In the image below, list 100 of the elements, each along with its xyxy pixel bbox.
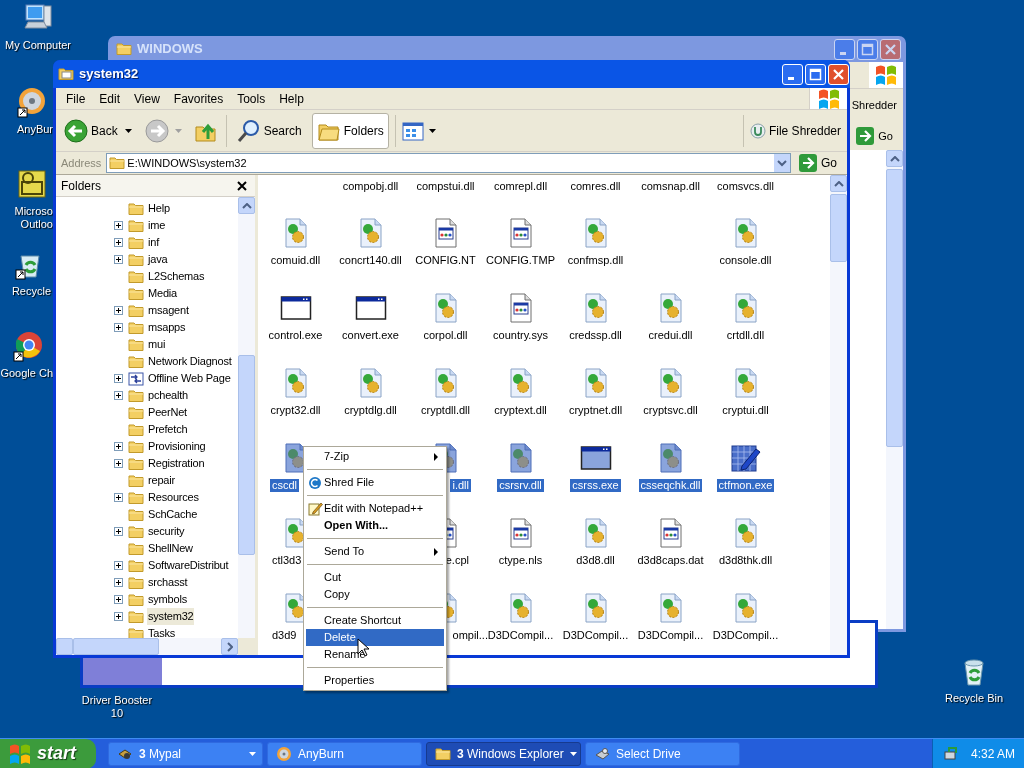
taskbar-button[interactable]: 3 Windows Explorer	[426, 741, 581, 766]
chevron-down-icon[interactable]	[777, 159, 787, 167]
tree-item[interactable]: msagent	[147, 302, 190, 319]
file-label[interactable]: comsvcs.dll	[715, 178, 776, 195]
file-label[interactable]: crtdll.dll	[724, 329, 767, 342]
tree-item[interactable]: symbols	[147, 591, 188, 608]
menu-item[interactable]: Send To	[306, 543, 444, 560]
file-label[interactable]: console.dll	[717, 254, 774, 267]
file-label[interactable]: ctfmon.exe	[716, 479, 775, 492]
menu-item[interactable]: View	[127, 87, 167, 110]
chevron-right-icon[interactable]	[226, 641, 233, 652]
menu-item[interactable]: 7-Zip	[306, 448, 444, 465]
file-label[interactable]: CONFIG.TMP	[483, 254, 558, 267]
go-arrow-icon[interactable]	[799, 154, 817, 172]
menu-item[interactable]: Open With...	[306, 517, 444, 534]
file-label[interactable]: i.dll	[450, 479, 471, 492]
u-circle-icon[interactable]	[749, 122, 766, 139]
chevron-up-icon[interactable]	[833, 180, 844, 187]
tree-item[interactable]: mui	[147, 336, 167, 353]
back-button[interactable]: Back	[62, 112, 120, 149]
go-button[interactable]: Go	[856, 127, 893, 145]
tree-item[interactable]: Registration	[147, 455, 206, 472]
mail-app-icon[interactable]	[15, 168, 48, 200]
disc-icon[interactable]	[15, 86, 48, 118]
file-label[interactable]: csseqchk.dll	[638, 479, 703, 492]
search-button[interactable]: Search	[234, 112, 304, 149]
tree-item[interactable]: SoftwareDistribut	[147, 557, 230, 574]
file-label[interactable]: cscdl	[270, 479, 300, 492]
tree-item[interactable]: L2Schemas	[147, 268, 206, 285]
file-label[interactable]: ctype.nls	[496, 554, 545, 567]
desktop-icon-label[interactable]: Recycle	[11, 285, 51, 298]
file-shredder-button[interactable]: File Shredder	[749, 121, 841, 140]
desktop-icon-label[interactable]: Driver Booster 10	[81, 694, 153, 720]
tree-item[interactable]: Media	[147, 285, 178, 302]
close-icon[interactable]	[237, 180, 247, 191]
menu-item[interactable]: Create Shortcut	[306, 612, 444, 629]
tree-item[interactable]: Offline Web Page	[147, 370, 232, 387]
file-label[interactable]: d3d9	[270, 629, 299, 642]
scroll-up-button[interactable]	[830, 175, 847, 192]
expand-icon[interactable]	[114, 442, 123, 451]
scrollbar-thumb[interactable]	[886, 169, 903, 447]
tree-item[interactable]: inf	[147, 234, 161, 251]
menu-item[interactable]: Delete	[306, 629, 444, 646]
expand-icon[interactable]	[114, 255, 123, 264]
menu-item[interactable]: Help	[272, 87, 311, 110]
tree-item[interactable]: security	[147, 523, 186, 540]
tree-item[interactable]: ime	[147, 217, 167, 234]
file-label[interactable]: credssp.dll	[567, 329, 624, 342]
file-label[interactable]: compstui.dll	[414, 178, 477, 195]
menu-item[interactable]: Favorites	[166, 87, 231, 110]
file-label[interactable]: cryptnet.dll	[566, 404, 625, 417]
file-label[interactable]: comuid.dll	[268, 254, 323, 267]
tree-item[interactable]: Provisioning	[147, 438, 207, 455]
scrollbar-thumb[interactable]	[238, 355, 255, 555]
file-label[interactable]: comres.dll	[568, 178, 623, 195]
menu-item[interactable]: File	[59, 87, 93, 110]
expand-icon[interactable]	[114, 578, 123, 587]
tree-item[interactable]: msapps	[147, 319, 187, 336]
menu-item[interactable]: Edit with Notepad++	[306, 500, 444, 517]
menu-item[interactable]: Shred File	[306, 474, 444, 491]
file-label[interactable]: ctl3d3	[270, 554, 304, 567]
file-label[interactable]: D3DCompil...	[710, 629, 781, 642]
file-label[interactable]: d3d8caps.dat	[635, 554, 706, 567]
expand-icon[interactable]	[114, 561, 123, 570]
file-label[interactable]: compobj.dll	[340, 178, 401, 195]
expand-icon[interactable]	[114, 459, 123, 468]
expand-icon[interactable]	[114, 374, 123, 383]
menu-item[interactable]: Properties	[306, 672, 444, 689]
expand-icon[interactable]	[114, 238, 123, 247]
file-label[interactable]: comrepl.dll	[491, 178, 550, 195]
address-field[interactable]: E:\WINDOWS\system32	[106, 153, 791, 173]
file-label[interactable]: cryptext.dll	[492, 404, 549, 417]
expand-icon[interactable]	[114, 221, 123, 230]
search-icon[interactable]	[236, 118, 261, 143]
file-label[interactable]: confmsp.dll	[565, 254, 626, 267]
tree-item[interactable]: Tasks	[147, 625, 177, 638]
file-label[interactable]: CONFIG.NT	[413, 254, 478, 267]
desktop-icon-label[interactable]: AnyBur	[16, 123, 53, 136]
menu-item[interactable]: Rename	[306, 646, 444, 663]
scrollbar-thumb[interactable]	[830, 194, 847, 262]
dropdown-button[interactable]	[774, 154, 790, 172]
tree-item[interactable]: PeerNet	[147, 404, 188, 421]
taskbar-button[interactable]: AnyBurn	[267, 741, 422, 766]
scroll-up-button[interactable]	[238, 197, 255, 214]
desktop-icon-label[interactable]: Google Ch	[0, 367, 53, 380]
file-label[interactable]: comsnap.dll	[639, 178, 702, 195]
go-button[interactable]: Go	[799, 154, 837, 172]
tree-item[interactable]: repair	[147, 472, 176, 489]
caret-icon[interactable]	[428, 128, 436, 133]
views-icon[interactable]	[401, 119, 424, 142]
folders-button[interactable]: Folders	[311, 112, 389, 149]
scroll-right-button[interactable]	[221, 638, 238, 655]
tree-item[interactable]: srchasst	[147, 574, 189, 591]
menu-item[interactable]: Cut	[306, 569, 444, 586]
expand-icon[interactable]	[114, 527, 123, 536]
file-label[interactable]: csrss.exe	[570, 479, 621, 492]
file-label[interactable]: cryptdlg.dll	[342, 404, 399, 417]
tree-item[interactable]: ShellNew	[147, 540, 194, 557]
file-label[interactable]: control.exe	[266, 329, 325, 342]
file-label[interactable]: concrt140.dll	[337, 254, 404, 267]
